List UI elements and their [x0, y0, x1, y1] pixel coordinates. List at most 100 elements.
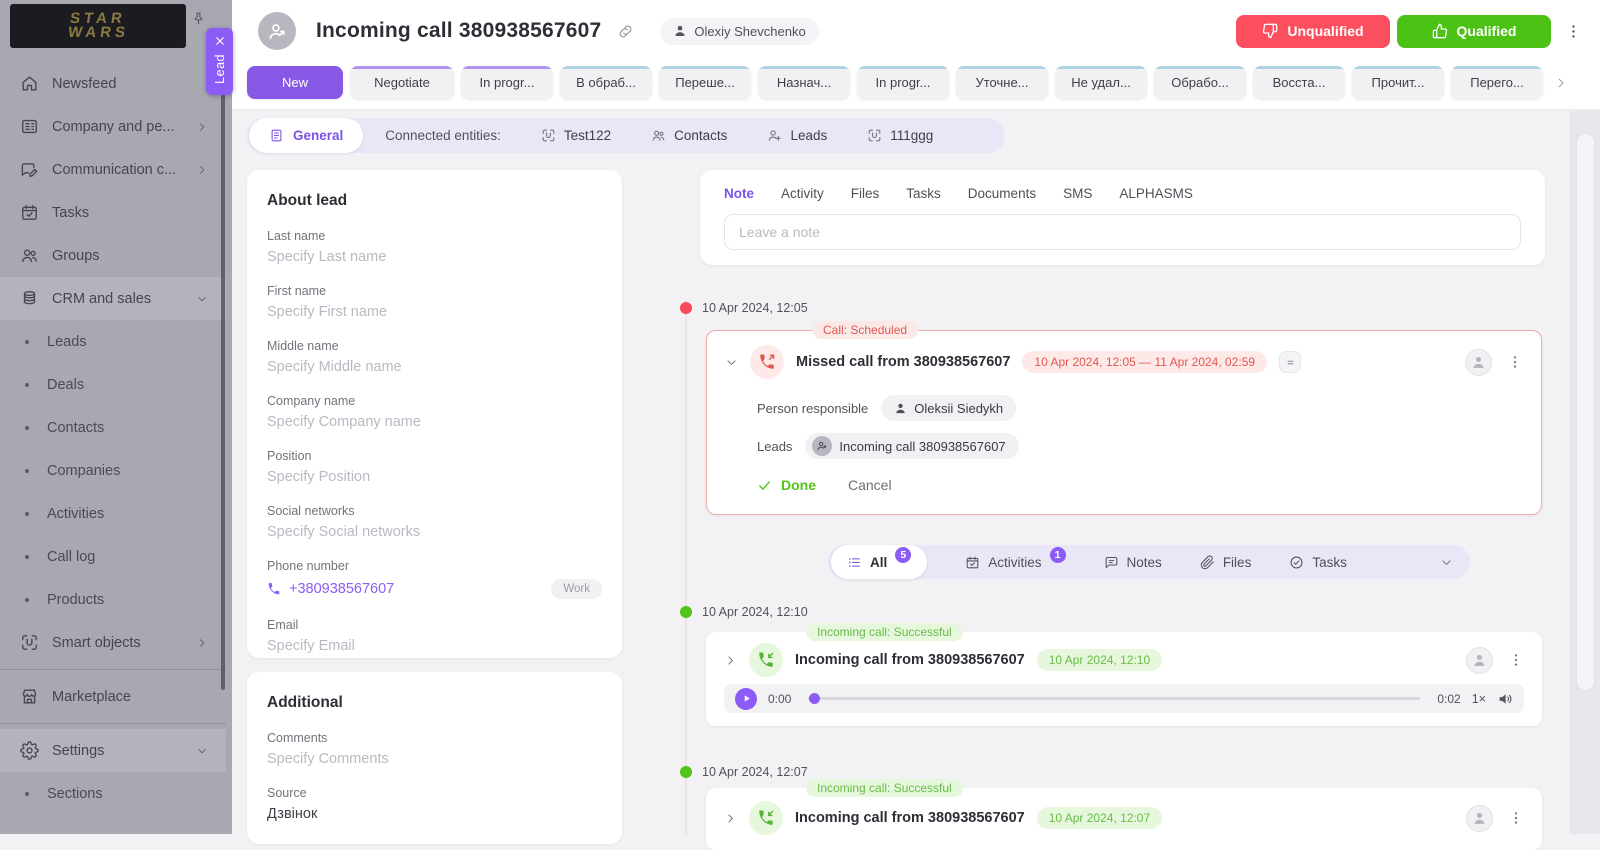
stage-pereshe[interactable]: Переше... [659, 66, 751, 99]
copy-link-icon[interactable] [617, 23, 634, 40]
tab-alphasms[interactable]: ALPHASMS [1119, 186, 1193, 201]
sidebar-item-call-log[interactable]: Call log [0, 535, 226, 578]
field-company-name[interactable]: Company name Specify Company name [267, 394, 602, 430]
stage-naznach[interactable]: Назнач... [758, 66, 850, 99]
tab-general[interactable]: General [249, 118, 363, 153]
field-source[interactable]: Source Дзвінок [267, 786, 602, 822]
stage-in-progress[interactable]: In progr... [461, 66, 553, 99]
phone-value[interactable]: +380938567607 [289, 581, 394, 597]
tab-entity-contacts[interactable]: Contacts [651, 128, 727, 143]
app-logo[interactable]: STAR WARS [10, 4, 186, 48]
filter-tasks[interactable]: Tasks [1289, 555, 1347, 570]
person-icon [894, 402, 907, 415]
stage-negotiate[interactable]: Negotiate [350, 66, 454, 99]
unqualified-button[interactable]: Unqualified [1236, 15, 1390, 48]
stage-perego[interactable]: Перего... [1451, 66, 1543, 99]
play-button[interactable] [735, 688, 757, 710]
filter-files[interactable]: Files [1200, 555, 1252, 570]
sidebar-item-marketplace[interactable]: Marketplace [0, 675, 226, 718]
person-responsible-row: Person responsible Oleksii Siedykh [757, 395, 1523, 421]
sidebar-item-products[interactable]: Products [0, 578, 226, 621]
sidebar-scrollbar[interactable] [221, 90, 225, 690]
sidebar-item-company-and-people[interactable]: Company and pe... [0, 105, 226, 148]
sidebar-item-deals[interactable]: Deals [0, 363, 226, 406]
card-menu-icon[interactable] [1508, 652, 1524, 668]
done-button[interactable]: Done [757, 477, 816, 493]
chevron-right-icon [196, 164, 208, 176]
tab-entity-leads[interactable]: Leads [767, 128, 827, 143]
filter-all[interactable]: All 5 [831, 545, 927, 579]
tab-note[interactable]: Note [724, 186, 754, 201]
sidebar-item-groups[interactable]: Groups [0, 234, 226, 277]
incoming-call-icon [749, 643, 783, 677]
assignee-chip[interactable]: Olexiy Shevchenko [660, 18, 818, 45]
cancel-button[interactable]: Cancel [848, 477, 892, 493]
page-title: Incoming call 380938567607 [316, 19, 601, 43]
field-comments[interactable]: Comments Specify Comments [267, 731, 602, 767]
stages-scroll-right-icon[interactable] [1554, 76, 1568, 90]
field-first-name[interactable]: First name Specify First name [267, 284, 602, 320]
audio-seekbar[interactable] [808, 697, 1420, 700]
field-email[interactable]: Email Specify Email [267, 618, 602, 654]
lead-reference-chip[interactable]: Incoming call 380938567607 [805, 433, 1018, 459]
tab-documents[interactable]: Documents [968, 186, 1036, 201]
playback-speed[interactable]: 1× [1472, 692, 1486, 706]
close-icon[interactable] [214, 35, 226, 47]
sidebar-item-companies[interactable]: Companies [0, 449, 226, 492]
person-responsible-chip[interactable]: Oleksii Siedykh [881, 395, 1016, 421]
field-phone-number[interactable]: Phone number +380938567607 Work [267, 559, 602, 599]
field-middle-name[interactable]: Middle name Specify Middle name [267, 339, 602, 375]
sidebar-item-tasks[interactable]: Tasks [0, 191, 226, 234]
unqualified-label: Unqualified [1287, 23, 1363, 39]
pin-icon[interactable] [191, 11, 206, 26]
sidebar-item-label: Leads [47, 334, 87, 350]
sidebar-item-label: Deals [47, 377, 84, 393]
sidebar-item-label: Smart objects [52, 635, 141, 651]
sidebar-item-newsfeed[interactable]: Newsfeed [0, 62, 226, 105]
field-social-networks[interactable]: Social networks Specify Social networks [267, 504, 602, 540]
sidebar-item-sections[interactable]: Sections [0, 772, 226, 815]
field-label: Social networks [267, 504, 602, 518]
tab-entity-111ggg[interactable]: 111ggg [867, 128, 933, 143]
sidebar-item-leads[interactable]: Leads [0, 320, 226, 363]
sidebar-item-crm-and-sales[interactable]: CRM and sales [0, 277, 226, 320]
sidebar-item-contacts[interactable]: Contacts [0, 406, 226, 449]
header-menu-icon[interactable] [1565, 23, 1582, 40]
tab-entity-test122[interactable]: Test122 [541, 128, 611, 143]
stage-obrabo[interactable]: Обрабо... [1154, 66, 1246, 99]
sidebar-item-settings[interactable]: Settings [0, 729, 226, 772]
volume-icon[interactable] [1497, 691, 1513, 707]
collapse-icon[interactable] [725, 356, 738, 369]
card-menu-icon[interactable] [1507, 354, 1523, 370]
sidebar-item-activities[interactable]: Activities [0, 492, 226, 535]
field-last-name[interactable]: Last name Specify Last name [267, 229, 602, 265]
stage-prochit[interactable]: Прочит... [1352, 66, 1444, 99]
filter-expand-icon[interactable] [1440, 556, 1453, 569]
tab-tasks[interactable]: Tasks [906, 186, 941, 201]
filter-activities[interactable]: Activities 1 [965, 554, 1065, 570]
sidebar-item-smart-objects[interactable]: Smart objects [0, 621, 226, 664]
expand-icon[interactable] [724, 812, 737, 825]
description-indicator-icon[interactable] [1279, 351, 1301, 373]
expand-icon[interactable] [724, 654, 737, 667]
sidebar-item-communication-channels[interactable]: Communication c... [0, 148, 226, 191]
audio-seek-knob[interactable] [809, 693, 820, 704]
stage-vossta[interactable]: Восста... [1253, 66, 1345, 99]
main-scrollbar-track[interactable] [1570, 111, 1600, 834]
tab-files[interactable]: Files [851, 186, 880, 201]
stage-in-progress-2[interactable]: In progr... [857, 66, 949, 99]
note-input[interactable] [724, 214, 1521, 250]
stage-utochne[interactable]: Уточне... [956, 66, 1048, 99]
main-scrollbar-thumb[interactable] [1576, 133, 1595, 691]
tab-activity[interactable]: Activity [781, 186, 824, 201]
stage-new[interactable]: New [247, 66, 343, 99]
field-position[interactable]: Position Specify Position [267, 449, 602, 485]
qualified-button[interactable]: Qualified [1397, 15, 1551, 48]
tab-sms[interactable]: SMS [1063, 186, 1092, 201]
about-lead-card: About lead Last name Specify Last name F… [247, 170, 622, 658]
card-menu-icon[interactable] [1508, 810, 1524, 826]
stage-ne-udal[interactable]: Не удал... [1055, 66, 1147, 99]
stage-v-obrab[interactable]: В обраб... [560, 66, 652, 99]
filter-notes[interactable]: Notes [1104, 555, 1162, 570]
lead-panel-tab[interactable]: Lead [206, 28, 233, 95]
